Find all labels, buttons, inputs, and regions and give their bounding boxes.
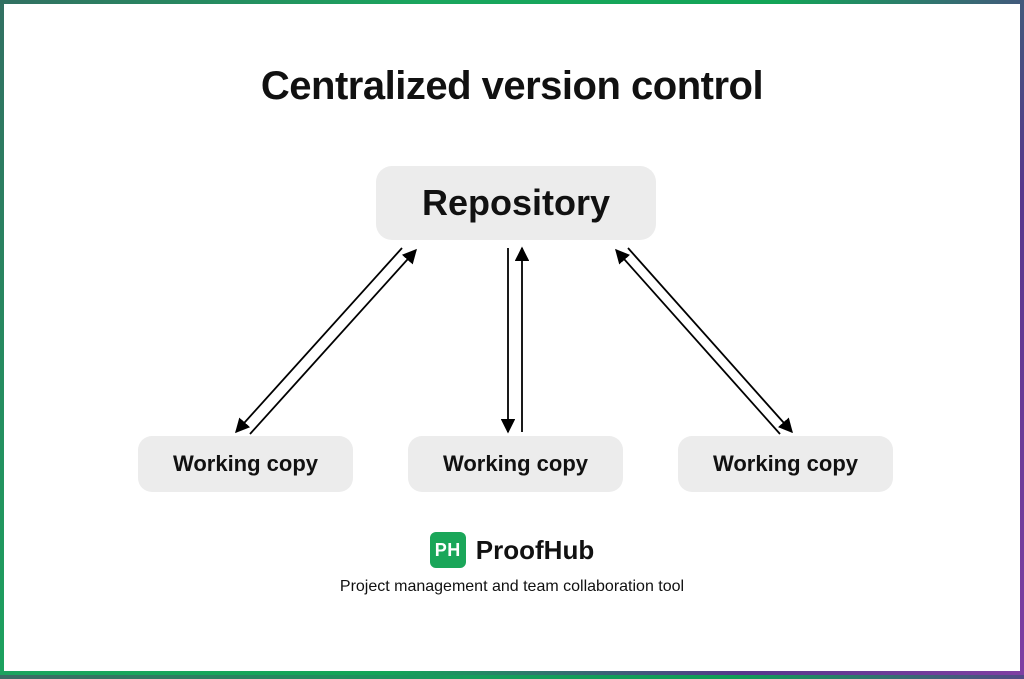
brand-tagline: Project management and team collaboratio…: [340, 578, 684, 596]
repository-node: Repository: [376, 166, 656, 240]
working-copy-2-label: Working copy: [443, 451, 588, 477]
proofhub-logo-icon: PH: [430, 532, 466, 568]
working-copy-1-label: Working copy: [173, 451, 318, 477]
working-copy-node-3: Working copy: [678, 436, 893, 492]
diagram-canvas: Centralized version control Repository W…: [4, 4, 1020, 671]
working-copy-3-label: Working copy: [713, 451, 858, 477]
brand-row: PH ProofHub: [430, 532, 594, 568]
repository-label: Repository: [422, 182, 610, 224]
working-copy-node-1: Working copy: [138, 436, 353, 492]
brand-name: ProofHub: [476, 535, 594, 566]
working-copy-node-2: Working copy: [408, 436, 623, 492]
branding-block: PH ProofHub Project management and team …: [4, 532, 1020, 596]
logo-text: PH: [435, 540, 461, 561]
diagram-title: Centralized version control: [44, 64, 980, 109]
